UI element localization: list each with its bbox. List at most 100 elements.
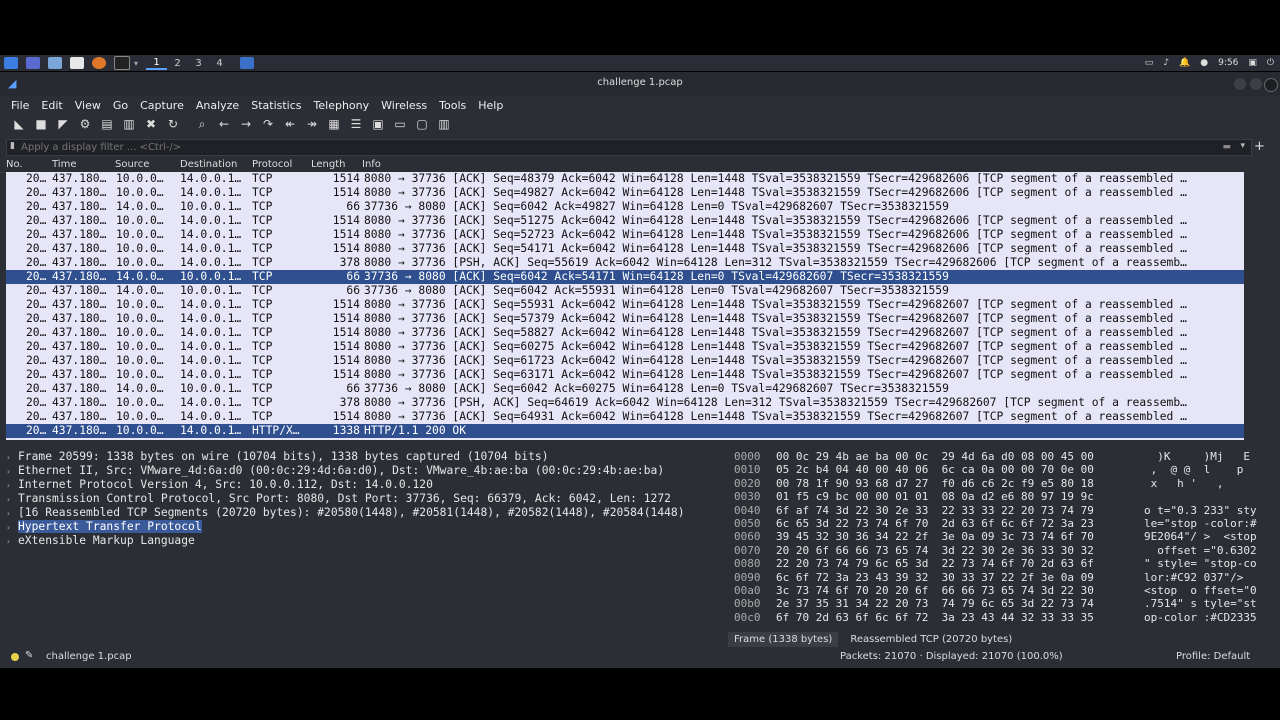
stop-capture-icon[interactable]: ■ [33, 117, 49, 132]
table-row[interactable]: 20… 437.180… 10.0.0… 14.0.0.1… TCP 1514 8080 →… [6, 228, 1244, 242]
table-row[interactable]: 20… 437.180… 10.0.0… 14.0.0.1… TCP 378 8080 → … [6, 256, 1244, 270]
workspace-3[interactable]: 3 [188, 58, 209, 69]
hex-dump-row[interactable]: 0060 39 45 32 30 36 34 22 2f 3e 0a 09 3c … [728, 530, 1268, 543]
file-manager-icon[interactable] [48, 57, 62, 69]
hex-dump-row[interactable]: 0020 00 78 1f 90 93 68 d7 27 f0 d6 c6 2c … [728, 477, 1268, 490]
column-length[interactable]: Length [311, 159, 346, 170]
display-filter-input[interactable] [21, 140, 1201, 155]
menu-statistics[interactable]: Statistics [245, 99, 307, 112]
packet-list-scrollbar[interactable] [1245, 172, 1250, 440]
table-row[interactable]: 20… 437.180… 10.0.0… 14.0.0.1… TCP 1514 8080 →… [6, 326, 1244, 340]
network-icon[interactable]: ● [1200, 58, 1208, 68]
detail-tree-item[interactable]: › Internet Protocol Version 4, Src: 10.0.… [6, 478, 724, 492]
minimize-button[interactable] [1234, 78, 1246, 90]
menu-help[interactable]: Help [472, 99, 509, 112]
detail-tree-item[interactable]: › Hypertext Transfer Protocol [6, 520, 724, 534]
tab-reassembled-tcp[interactable]: Reassembled TCP (20720 bytes) [844, 632, 1018, 647]
hex-dump-row[interactable]: 0000 00 0c 29 4b ae ba 00 0c 29 4d 6a d0 … [728, 450, 1268, 463]
column-no[interactable]: No. [6, 159, 23, 170]
capture-comment-icon[interactable]: ✎ [25, 650, 33, 661]
display-icon[interactable]: ▭ [1145, 58, 1154, 68]
menu-analyze[interactable]: Analyze [190, 99, 245, 112]
chevron-down-icon[interactable]: ▾ [134, 59, 138, 68]
hex-dump-row[interactable]: 0040 6f af 74 3d 22 30 2e 33 22 33 33 22 … [728, 504, 1268, 517]
bookmark-icon[interactable]: ▮ [10, 141, 15, 151]
expand-arrow-icon[interactable]: › [6, 521, 18, 534]
expert-info-icon[interactable] [11, 653, 19, 661]
expand-arrow-icon[interactable]: › [6, 535, 18, 548]
table-row[interactable]: 20… 437.180… 10.0.0… 14.0.0.1… TCP 1514 8080 →… [6, 354, 1244, 368]
open-file-icon[interactable]: ▤ [99, 117, 115, 132]
hex-dump-row[interactable]: 0050 6c 65 3d 22 73 74 6f 70 2d 63 6f 6c … [728, 517, 1268, 530]
notification-bell-icon[interactable]: 🔔 [1179, 58, 1190, 68]
add-filter-button[interactable]: + [1254, 139, 1265, 154]
menu-capture[interactable]: Capture [134, 99, 190, 112]
hex-dump-row[interactable]: 00c0 6f 70 2d 63 6f 6c 6f 72 3a 23 43 44 … [728, 611, 1268, 624]
wireshark-taskbar-icon[interactable] [240, 57, 255, 69]
table-row[interactable]: 20… 437.180… 10.0.0… 14.0.0.1… TCP 1514 8080 →… [6, 186, 1244, 200]
table-row[interactable]: 20… 437.180… 14.0.0… 10.0.0.1… TCP 66 37736 → … [6, 270, 1244, 284]
tab-frame-bytes[interactable]: Frame (1338 bytes) [728, 631, 839, 647]
expand-arrow-icon[interactable]: › [6, 507, 18, 520]
detail-tree-item[interactable]: › [16 Reassembled TCP Segments (20720 byt… [6, 506, 724, 520]
zoom-in-icon[interactable]: ▣ [370, 117, 386, 132]
workspace-4[interactable]: 4 [209, 58, 230, 69]
colorize-icon[interactable]: ☰ [348, 117, 364, 132]
terminal-icon[interactable] [114, 56, 130, 70]
volume-icon[interactable]: ♪ [1163, 58, 1169, 68]
capture-options-icon[interactable]: ⚙ [77, 117, 93, 132]
table-row[interactable]: 20… 437.180… 10.0.0… 14.0.0.1… TCP 1514 8080 →… [6, 242, 1244, 256]
go-to-packet-icon[interactable]: ↷ [260, 117, 276, 132]
go-back-icon[interactable]: ← [216, 117, 232, 132]
table-row[interactable]: 20… 437.180… 14.0.0… 10.0.0.1… TCP 66 37736 → … [6, 382, 1244, 396]
start-capture-icon[interactable]: ◣ [11, 117, 27, 132]
detail-tree-item[interactable]: › Frame 20599: 1338 bytes on wire (10704 … [6, 450, 724, 464]
hex-dump-row[interactable]: 00a0 3c 73 74 6f 70 20 20 6f 66 66 73 65 … [728, 584, 1268, 597]
filter-clear-icon[interactable]: ▬ [1222, 142, 1231, 152]
column-source[interactable]: Source [115, 159, 149, 170]
menu-go[interactable]: Go [107, 99, 134, 112]
desktop-icon[interactable] [26, 57, 40, 69]
table-row[interactable]: 20… 437.180… 10.0.0… 14.0.0.1… TCP 1514 8080 →… [6, 312, 1244, 326]
normal-size-icon[interactable]: ▢ [414, 117, 430, 132]
go-forward-icon[interactable]: → [238, 117, 254, 132]
hex-dump-row[interactable]: 0090 6c 6f 72 3a 23 43 39 32 30 33 37 22 … [728, 571, 1268, 584]
menu-wireless[interactable]: Wireless [375, 99, 433, 112]
detail-tree-item[interactable]: › eXtensible Markup Language [6, 534, 724, 548]
find-packet-icon[interactable]: ⌕ [194, 117, 210, 132]
table-row[interactable]: 20… 437.180… 10.0.0… 14.0.0.1… TCP 1514 8080 →… [6, 368, 1244, 382]
menu-view[interactable]: View [69, 99, 107, 112]
maximize-button[interactable] [1250, 78, 1262, 90]
table-row[interactable]: 20… 437.180… 10.0.0… 14.0.0.1… TCP 1514 8080 →… [6, 214, 1244, 228]
column-destination[interactable]: Destination [180, 159, 237, 170]
table-row[interactable]: 20… 437.180… 10.0.0… 14.0.0.1… TCP 1514 8080 →… [6, 340, 1244, 354]
column-info[interactable]: Info [362, 159, 381, 170]
table-row[interactable]: 20… 437.180… 10.0.0… 14.0.0.1… TCP 1514 8080 →… [6, 410, 1244, 424]
resize-columns-icon[interactable]: ▥ [436, 117, 452, 132]
hex-dump-row[interactable]: 0030 01 f5 c9 bc 00 00 01 01 08 0a d2 e6 … [728, 490, 1268, 503]
first-packet-icon[interactable]: ↞ [282, 117, 298, 132]
save-file-icon[interactable]: ▥ [121, 117, 137, 132]
hex-dump-row[interactable]: 0010 05 2c b4 04 40 00 40 06 6c ca 0a 00 … [728, 463, 1268, 476]
menu-tools[interactable]: Tools [433, 99, 472, 112]
restart-capture-icon[interactable]: ◤ [55, 117, 71, 132]
table-row[interactable]: 20… 437.180… 10.0.0… 14.0.0.1… TCP 1514 8080 →… [6, 298, 1244, 312]
clock[interactable]: 9:56 [1218, 58, 1238, 68]
expand-arrow-icon[interactable]: › [6, 479, 18, 492]
close-button[interactable] [1264, 78, 1278, 92]
detail-tree-item[interactable]: › Transmission Control Protocol, Src Port… [6, 492, 724, 506]
column-time[interactable]: Time [52, 159, 76, 170]
workspace-1[interactable]: 1 [146, 57, 168, 70]
firefox-icon[interactable] [92, 57, 106, 69]
table-row[interactable]: 20… 437.180… 14.0.0… 10.0.0.1… TCP 66 37736 → … [6, 200, 1244, 214]
expand-arrow-icon[interactable]: › [6, 493, 18, 506]
expand-arrow-icon[interactable]: › [6, 451, 18, 464]
hex-dump-row[interactable]: 0080 22 20 73 74 79 6c 65 3d 22 73 74 6f … [728, 557, 1268, 570]
power-icon[interactable]: ⏻ [1267, 58, 1274, 68]
menu-telephony[interactable]: Telephony [308, 99, 376, 112]
kali-menu-icon[interactable] [4, 57, 18, 69]
table-row[interactable]: 20… 437.180… 10.0.0… 14.0.0.1… TCP 1514 8080 →… [6, 172, 1244, 186]
text-editor-icon[interactable] [70, 57, 84, 69]
filter-dropdown-icon[interactable]: ▾ [1240, 141, 1245, 151]
expand-arrow-icon[interactable]: › [6, 465, 18, 478]
